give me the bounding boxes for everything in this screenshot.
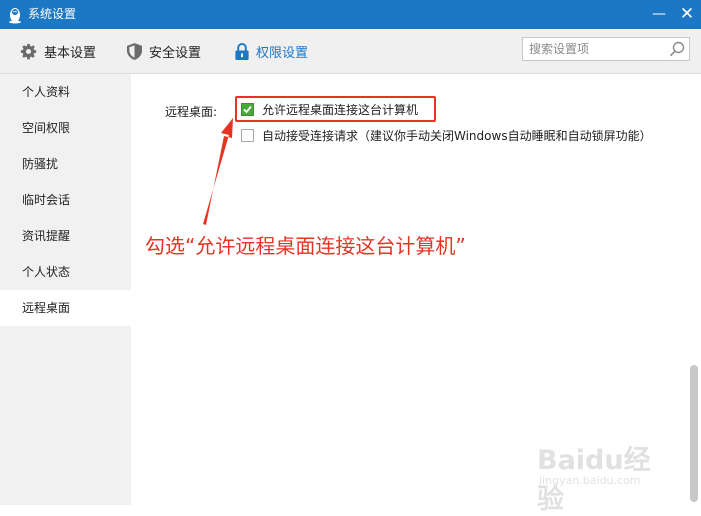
annotation-text: 勾选“允许远程桌面连接这台计算机” — [145, 234, 466, 258]
baidu-watermark: Baidu经验 jingyan.baidu.com — [537, 430, 672, 515]
vertical-scrollbar[interactable] — [690, 365, 698, 502]
tab-permission-settings-label: 权限设置 — [256, 45, 309, 61]
tab-basic-settings[interactable]: 基本设置 — [20, 29, 96, 73]
close-button[interactable]: ✕ — [674, 2, 700, 26]
window-title: 系统设置 — [28, 7, 77, 21]
minimize-button[interactable]: — — [646, 2, 672, 26]
settings-sidebar: 个人资料 空间权限 防骚扰 临时会话 资讯提醒 个人状态 远程桌面 — [0, 74, 131, 505]
tab-security-settings-label: 安全设置 — [149, 45, 202, 61]
tab-security-settings[interactable]: 安全设置 — [127, 29, 201, 73]
gear-icon — [20, 43, 37, 59]
auto-accept-label: 自动接受连接请求（建议你手动关闭Windows自动睡眠和自动锁屏功能） — [262, 129, 652, 143]
sidebar-item-space-permissions[interactable]: 空间权限 — [0, 110, 131, 146]
auto-accept-option[interactable]: 自动接受连接请求（建议你手动关闭Windows自动睡眠和自动锁屏功能） — [241, 127, 652, 144]
search-box[interactable] — [522, 37, 690, 61]
lock-icon — [235, 42, 249, 60]
search-icon[interactable] — [669, 41, 685, 57]
auto-accept-checkbox[interactable] — [241, 129, 254, 142]
remote-desktop-label: 远程桌面: — [165, 105, 218, 119]
title-bar: 系统设置 — ✕ — [0, 0, 701, 29]
search-input[interactable] — [529, 40, 664, 58]
sidebar-item-remote-desktop[interactable]: 远程桌面 — [0, 290, 131, 326]
sidebar-item-profile[interactable]: 个人资料 — [0, 74, 131, 110]
tab-permission-settings[interactable]: 权限设置 — [235, 29, 308, 73]
watermark-url: jingyan.baidu.com — [539, 474, 641, 487]
sidebar-item-temp-chat[interactable]: 临时会话 — [0, 182, 131, 218]
tab-basic-settings-label: 基本设置 — [44, 45, 97, 61]
shield-icon — [127, 42, 142, 60]
qq-penguin-icon — [9, 8, 21, 24]
sidebar-item-status[interactable]: 个人状态 — [0, 254, 131, 290]
annotation-highlight-box — [235, 96, 436, 122]
sidebar-item-anti-harassment[interactable]: 防骚扰 — [0, 146, 131, 182]
sidebar-item-news-alerts[interactable]: 资讯提醒 — [0, 218, 131, 254]
